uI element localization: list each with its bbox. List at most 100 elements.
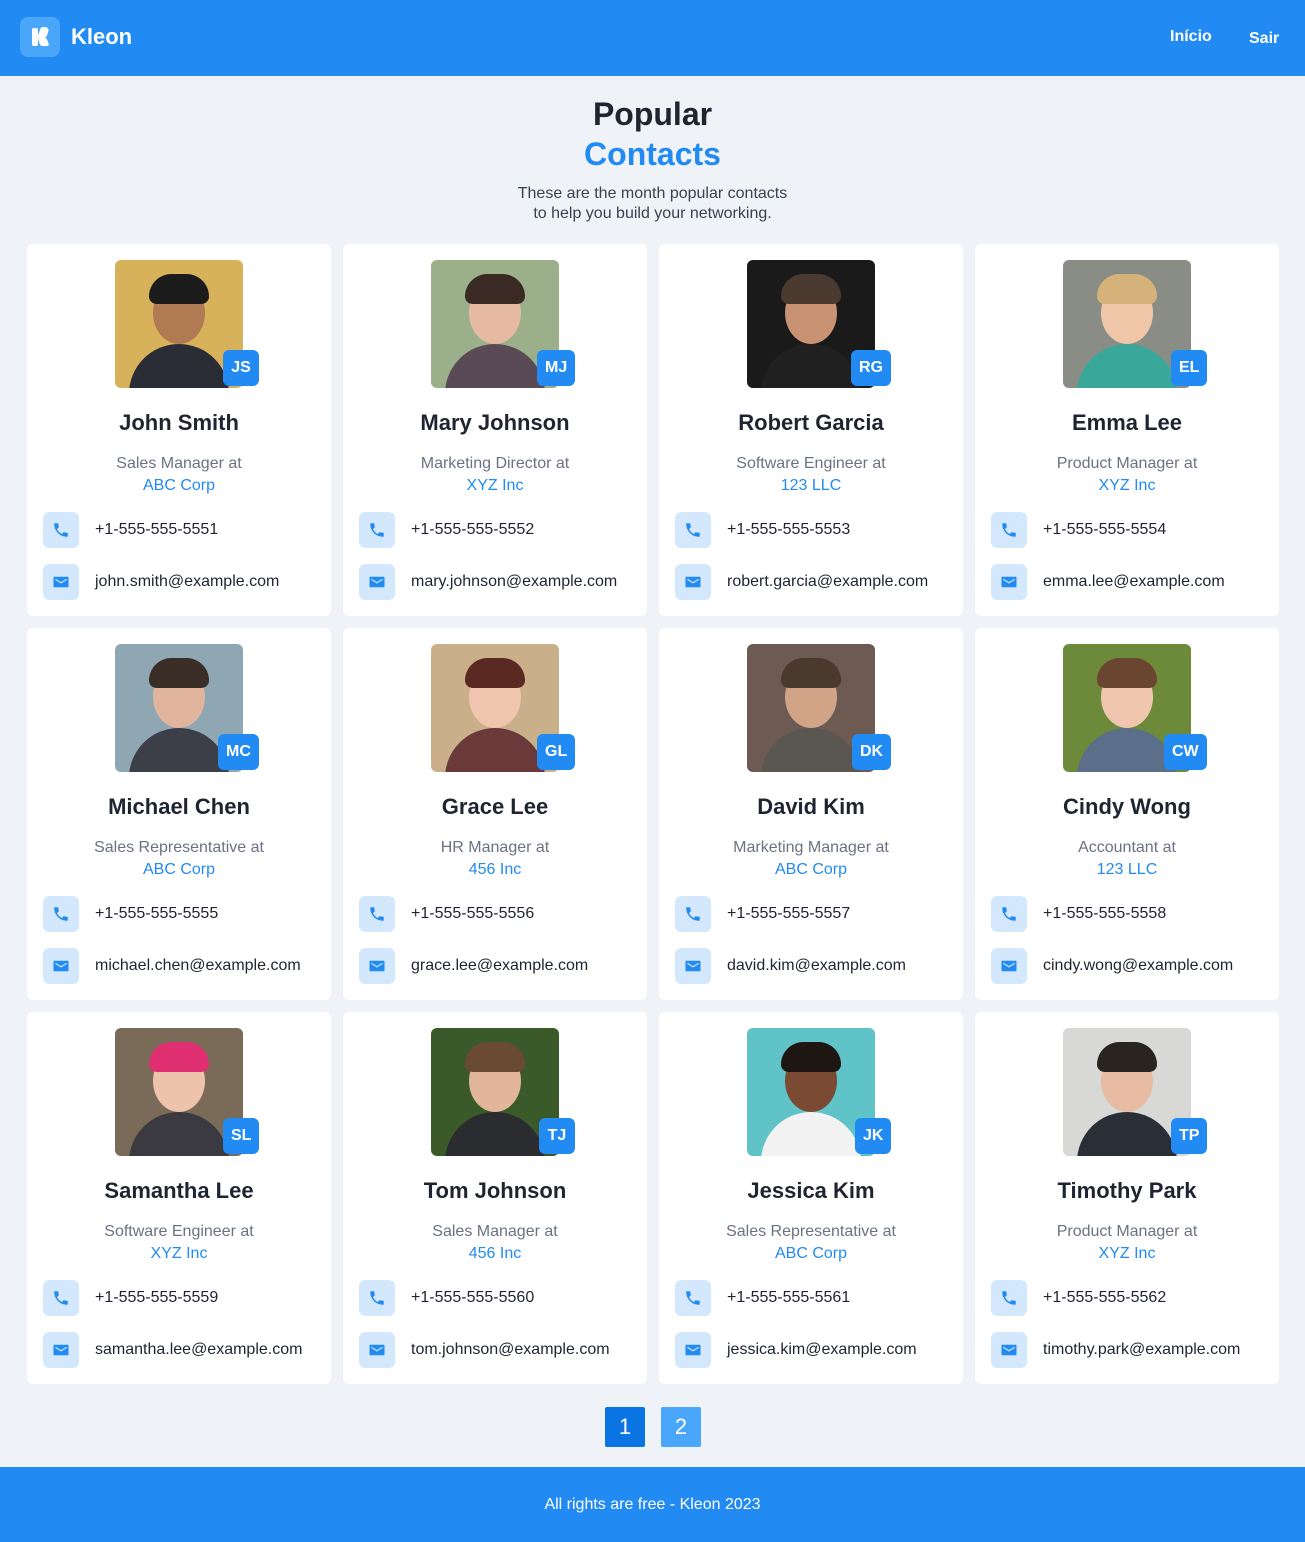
subtitle-line-2: to help you build your networking. <box>533 205 772 222</box>
contact-name: David Kim <box>757 794 865 819</box>
contact-phone[interactable]: +1-555-555-5561 <box>727 1289 850 1307</box>
phone-row[interactable]: +1-555-555-5553 <box>675 512 850 548</box>
contact-company[interactable]: ABC Corp <box>659 861 963 879</box>
contact-card[interactable]: EL Emma Lee Product Manager at XYZ Inc +… <box>975 244 1279 616</box>
contact-card[interactable]: DK David Kim Marketing Manager at ABC Co… <box>659 628 963 1000</box>
contact-card[interactable]: MC Michael Chen Sales Representative at … <box>27 628 331 1000</box>
email-row[interactable]: jessica.kim@example.com <box>675 1332 917 1368</box>
phone-icon <box>359 1280 395 1316</box>
mail-icon <box>359 948 395 984</box>
contacts-grid: JS John Smith Sales Manager at ABC Corp … <box>27 244 1279 1384</box>
contact-email[interactable]: robert.garcia@example.com <box>727 573 928 591</box>
contact-role: Accountant at <box>1078 839 1176 856</box>
phone-row[interactable]: +1-555-555-5554 <box>991 512 1166 548</box>
email-row[interactable]: john.smith@example.com <box>43 564 279 600</box>
initials-badge: GL <box>537 734 576 770</box>
phone-row[interactable]: +1-555-555-5557 <box>675 896 850 932</box>
contact-company[interactable]: ABC Corp <box>27 861 331 879</box>
phone-icon <box>675 1280 711 1316</box>
contact-phone[interactable]: +1-555-555-5562 <box>1043 1289 1166 1307</box>
contact-card[interactable]: JS John Smith Sales Manager at ABC Corp … <box>27 244 331 616</box>
contact-phone[interactable]: +1-555-555-5560 <box>411 1289 534 1307</box>
contact-phone[interactable]: +1-555-555-5555 <box>95 905 218 923</box>
contact-phone[interactable]: +1-555-555-5556 <box>411 905 534 923</box>
phone-row[interactable]: +1-555-555-5551 <box>43 512 218 548</box>
nav-link-logout[interactable]: Sair <box>1249 30 1279 48</box>
email-row[interactable]: mary.johnson@example.com <box>359 564 617 600</box>
mail-icon <box>359 1332 395 1368</box>
contact-phone[interactable]: +1-555-555-5558 <box>1043 905 1166 923</box>
contact-phone[interactable]: +1-555-555-5557 <box>727 905 850 923</box>
initials-badge: MJ <box>537 350 576 386</box>
phone-icon <box>43 512 79 548</box>
contact-company[interactable]: XYZ Inc <box>975 1245 1279 1263</box>
brand-logo[interactable]: Kleon <box>20 17 132 57</box>
email-row[interactable]: timothy.park@example.com <box>991 1332 1240 1368</box>
contact-company[interactable]: 456 Inc <box>343 861 647 879</box>
phone-row[interactable]: +1-555-555-5555 <box>43 896 218 932</box>
contact-card[interactable]: TJ Tom Johnson Sales Manager at 456 Inc … <box>343 1012 647 1384</box>
phone-icon <box>991 512 1027 548</box>
contact-name: Cindy Wong <box>1063 794 1191 819</box>
contact-company[interactable]: 456 Inc <box>343 1245 647 1263</box>
email-row[interactable]: david.kim@example.com <box>675 948 906 984</box>
phone-row[interactable]: +1-555-555-5552 <box>359 512 534 548</box>
contact-name: Jessica Kim <box>747 1178 875 1203</box>
email-row[interactable]: cindy.wong@example.com <box>991 948 1233 984</box>
contact-company[interactable]: XYZ Inc <box>343 477 647 495</box>
contact-phone[interactable]: +1-555-555-5553 <box>727 521 850 539</box>
contact-card[interactable]: SL Samantha Lee Software Engineer at XYZ… <box>27 1012 331 1384</box>
contact-email[interactable]: john.smith@example.com <box>95 573 279 591</box>
contact-company[interactable]: ABC Corp <box>659 1245 963 1263</box>
contact-company[interactable]: XYZ Inc <box>27 1245 331 1263</box>
contact-role: Sales Manager at <box>432 1223 558 1240</box>
contact-card[interactable]: MJ Mary Johnson Marketing Director at XY… <box>343 244 647 616</box>
contact-company[interactable]: 123 LLC <box>975 861 1279 879</box>
contact-phone[interactable]: +1-555-555-5552 <box>411 521 534 539</box>
contact-name: Emma Lee <box>1071 410 1183 435</box>
phone-row[interactable]: +1-555-555-5559 <box>43 1280 218 1316</box>
contact-phone[interactable]: +1-555-555-5554 <box>1043 521 1166 539</box>
phone-row[interactable]: +1-555-555-5556 <box>359 896 534 932</box>
phone-row[interactable]: +1-555-555-5558 <box>991 896 1166 932</box>
contact-card[interactable]: GL Grace Lee HR Manager at 456 Inc +1-55… <box>343 628 647 1000</box>
contact-name: Timothy Park <box>1057 1178 1197 1203</box>
nav-link-home[interactable]: Início <box>1170 28 1212 46</box>
phone-icon <box>359 512 395 548</box>
contact-email[interactable]: grace.lee@example.com <box>411 957 588 975</box>
email-row[interactable]: emma.lee@example.com <box>991 564 1225 600</box>
initials-badge: RG <box>851 350 891 386</box>
contact-email[interactable]: mary.johnson@example.com <box>411 573 617 591</box>
phone-row[interactable]: +1-555-555-5561 <box>675 1280 850 1316</box>
email-row[interactable]: samantha.lee@example.com <box>43 1332 302 1368</box>
contact-company[interactable]: XYZ Inc <box>975 477 1279 495</box>
email-row[interactable]: grace.lee@example.com <box>359 948 588 984</box>
contact-card[interactable]: CW Cindy Wong Accountant at 123 LLC +1-5… <box>975 628 1279 1000</box>
email-row[interactable]: tom.johnson@example.com <box>359 1332 610 1368</box>
subtitle-line-1: These are the month popular contacts <box>517 185 788 202</box>
contact-company[interactable]: 123 LLC <box>659 477 963 495</box>
contact-email[interactable]: michael.chen@example.com <box>95 957 301 975</box>
page-button-2[interactable]: 2 <box>661 1407 701 1447</box>
email-row[interactable]: robert.garcia@example.com <box>675 564 928 600</box>
contact-email[interactable]: david.kim@example.com <box>727 957 906 975</box>
contact-card[interactable]: RG Robert Garcia Software Engineer at 12… <box>659 244 963 616</box>
contact-email[interactable]: tom.johnson@example.com <box>411 1341 610 1359</box>
phone-row[interactable]: +1-555-555-5562 <box>991 1280 1166 1316</box>
contact-email[interactable]: timothy.park@example.com <box>1043 1341 1240 1359</box>
phone-icon <box>675 512 711 548</box>
contact-company[interactable]: ABC Corp <box>27 477 331 495</box>
contact-card[interactable]: JK Jessica Kim Sales Representative at A… <box>659 1012 963 1384</box>
contact-email[interactable]: emma.lee@example.com <box>1043 573 1225 591</box>
contact-phone[interactable]: +1-555-555-5559 <box>95 1289 218 1307</box>
footer: All rights are free - Kleon 2023 <box>0 1467 1305 1542</box>
page-button-1[interactable]: 1 <box>605 1407 645 1447</box>
contact-email[interactable]: samantha.lee@example.com <box>95 1341 302 1359</box>
contact-card[interactable]: TP Timothy Park Product Manager at XYZ I… <box>975 1012 1279 1384</box>
phone-row[interactable]: +1-555-555-5560 <box>359 1280 534 1316</box>
phone-icon <box>359 896 395 932</box>
email-row[interactable]: michael.chen@example.com <box>43 948 301 984</box>
contact-phone[interactable]: +1-555-555-5551 <box>95 521 218 539</box>
contact-email[interactable]: jessica.kim@example.com <box>727 1341 917 1359</box>
contact-email[interactable]: cindy.wong@example.com <box>1043 957 1233 975</box>
